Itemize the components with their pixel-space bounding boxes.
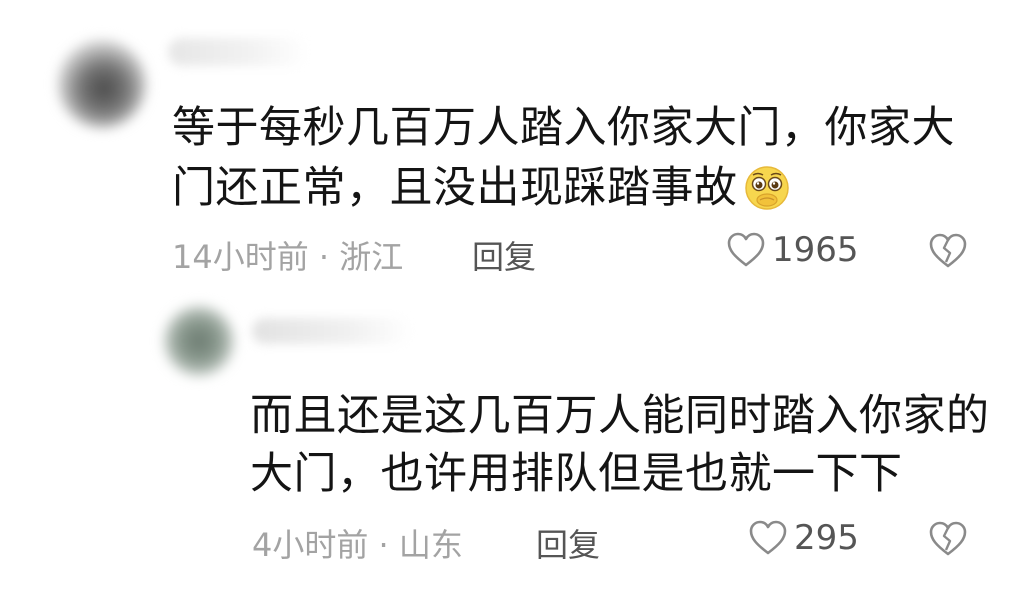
comment-meta: 14小时前 · 浙江 — [172, 238, 404, 276]
like-count: 295 — [794, 518, 859, 558]
broken-heart-icon — [929, 521, 967, 556]
dislike-button[interactable] — [928, 232, 968, 274]
comment-text-line: 大门，也许用排队但是也就一下下 — [250, 449, 903, 499]
avatar[interactable] — [58, 40, 146, 128]
pleading-face-emoji-icon — [744, 165, 789, 210]
comment-meta: 4小时前 · 山东 — [252, 526, 463, 564]
comment-text-line: 门还正常，且没出现踩踏事故 — [172, 158, 792, 218]
reply-button[interactable]: 回复 — [536, 520, 600, 566]
comment-text: 门还正常，且没出现踩踏事故 — [172, 163, 738, 213]
heart-outline-icon — [749, 520, 787, 555]
avatar[interactable] — [164, 306, 234, 376]
like-button[interactable]: 1965 — [726, 230, 859, 270]
broken-heart-icon — [929, 233, 967, 268]
username-blurred[interactable] — [168, 38, 308, 66]
reply-button[interactable]: 回复 — [472, 232, 536, 278]
comment-text-line: 而且还是这几百万人能同时踏入你家的 — [250, 391, 990, 441]
like-count: 1965 — [772, 230, 859, 270]
comment-text-line: 等于每秒几百万人踏入你家大门，你家大 — [172, 103, 955, 153]
like-button[interactable]: 295 — [748, 518, 859, 558]
heart-outline-icon — [727, 232, 765, 267]
dislike-button[interactable] — [928, 520, 968, 562]
username-blurred[interactable] — [252, 318, 412, 344]
